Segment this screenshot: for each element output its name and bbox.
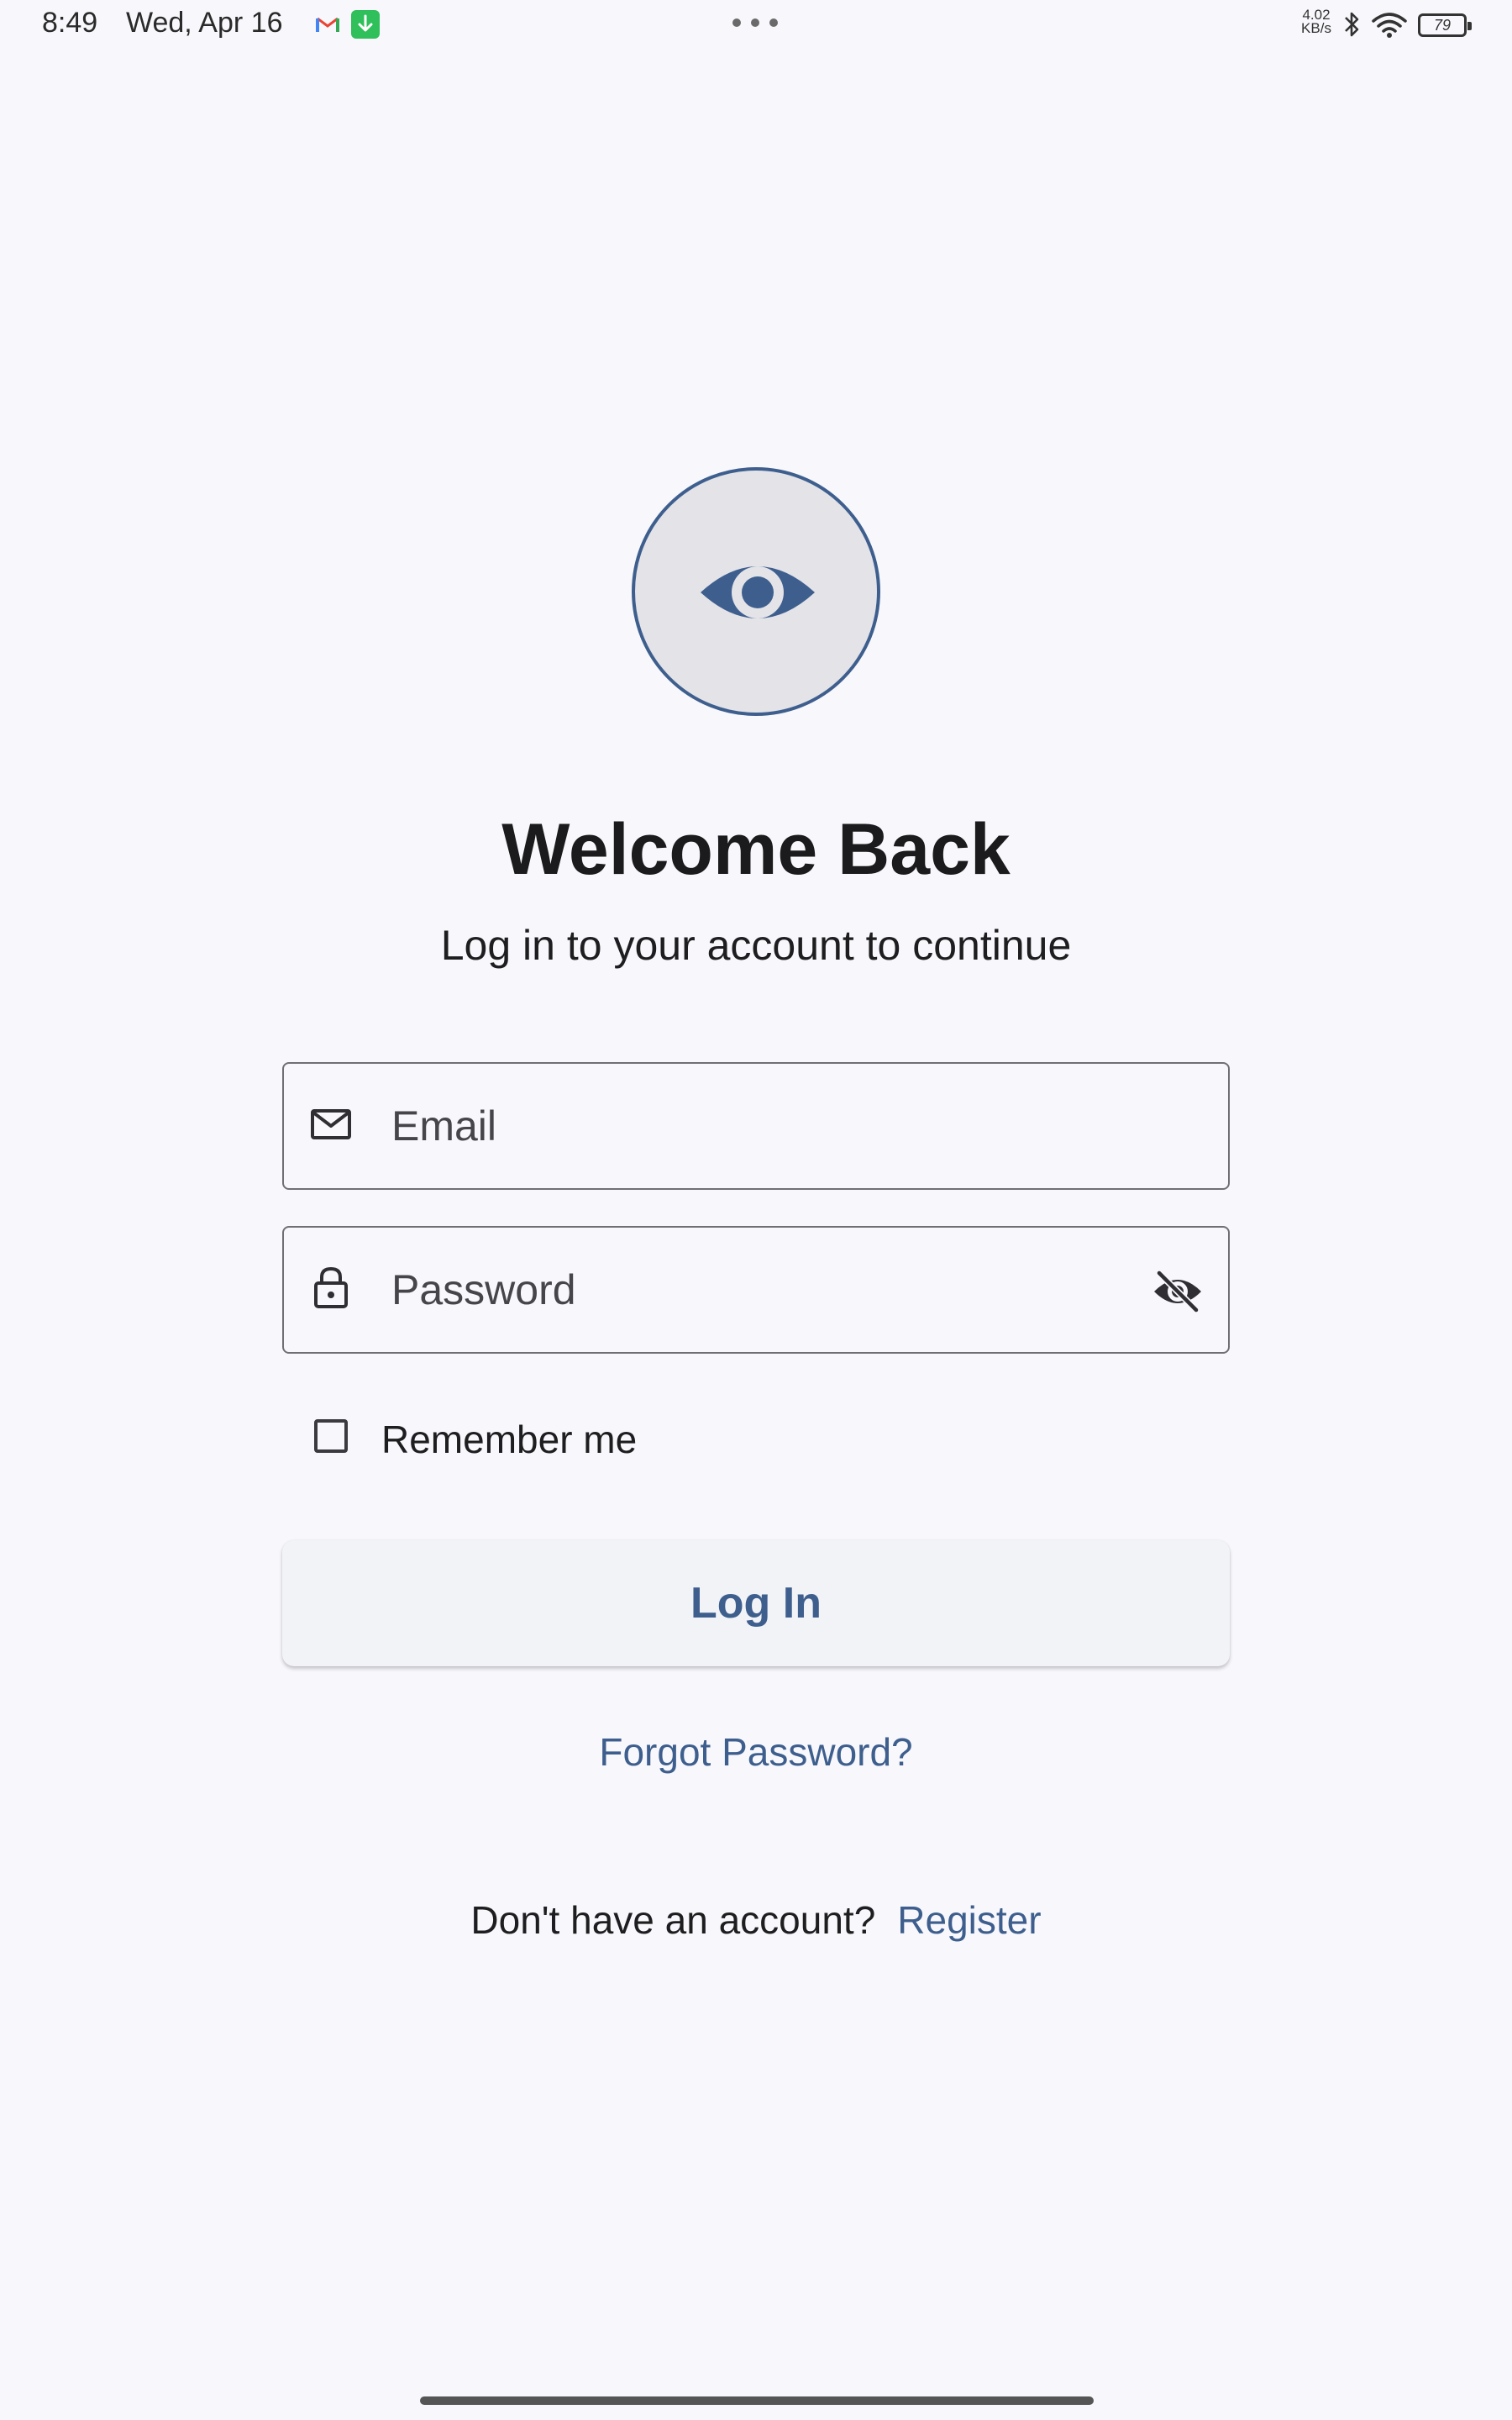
more-dots-icon[interactable]	[732, 18, 780, 29]
register-link[interactable]: Register	[897, 1898, 1041, 1942]
network-speed: 4.02 KB/s	[1297, 8, 1336, 35]
visibility-off-icon[interactable]	[1151, 1265, 1205, 1318]
battery-icon: 79	[1418, 13, 1472, 37]
page-title: Welcome Back	[501, 809, 1011, 890]
gmail-icon	[316, 17, 339, 32]
email-input[interactable]	[391, 1064, 1105, 1188]
lock-icon	[314, 1266, 348, 1308]
download-icon	[351, 10, 380, 39]
checkbox-box[interactable]	[314, 1419, 348, 1453]
forgot-password-link[interactable]: Forgot Password?	[599, 1730, 912, 1774]
home-indicator[interactable]	[420, 2396, 1094, 2405]
register-row: Don't have an account? Register	[0, 1897, 1512, 1943]
remember-me-checkbox[interactable]: Remember me	[312, 1417, 732, 1461]
password-input[interactable]	[391, 1228, 1105, 1352]
page-subtitle: Log in to your account to continue	[440, 922, 1072, 969]
password-field[interactable]	[282, 1226, 1230, 1354]
status-date: Wed, Apr 16	[126, 7, 283, 39]
email-field[interactable]	[282, 1062, 1230, 1190]
register-prompt: Don't have an account?	[470, 1898, 876, 1942]
app-logo	[632, 467, 880, 716]
login-screen: 8:49 Wed, Apr 16 4.02 KB/s 79 Welcome Ba…	[0, 0, 1512, 2420]
forgot-password-row: Forgot Password?	[0, 1729, 1512, 1775]
status-bar: 8:49 Wed, Apr 16 4.02 KB/s 79	[0, 0, 1512, 52]
status-time: 8:49	[42, 7, 98, 39]
remember-me-label: Remember me	[381, 1418, 638, 1461]
login-button[interactable]: Log In	[282, 1540, 1230, 1666]
wifi-icon	[1372, 13, 1407, 38]
eye-icon	[701, 566, 815, 618]
bluetooth-icon	[1345, 12, 1359, 37]
battery-level: 79	[1433, 17, 1452, 34]
network-speed-unit: KB/s	[1301, 20, 1331, 36]
mail-icon	[311, 1109, 351, 1139]
